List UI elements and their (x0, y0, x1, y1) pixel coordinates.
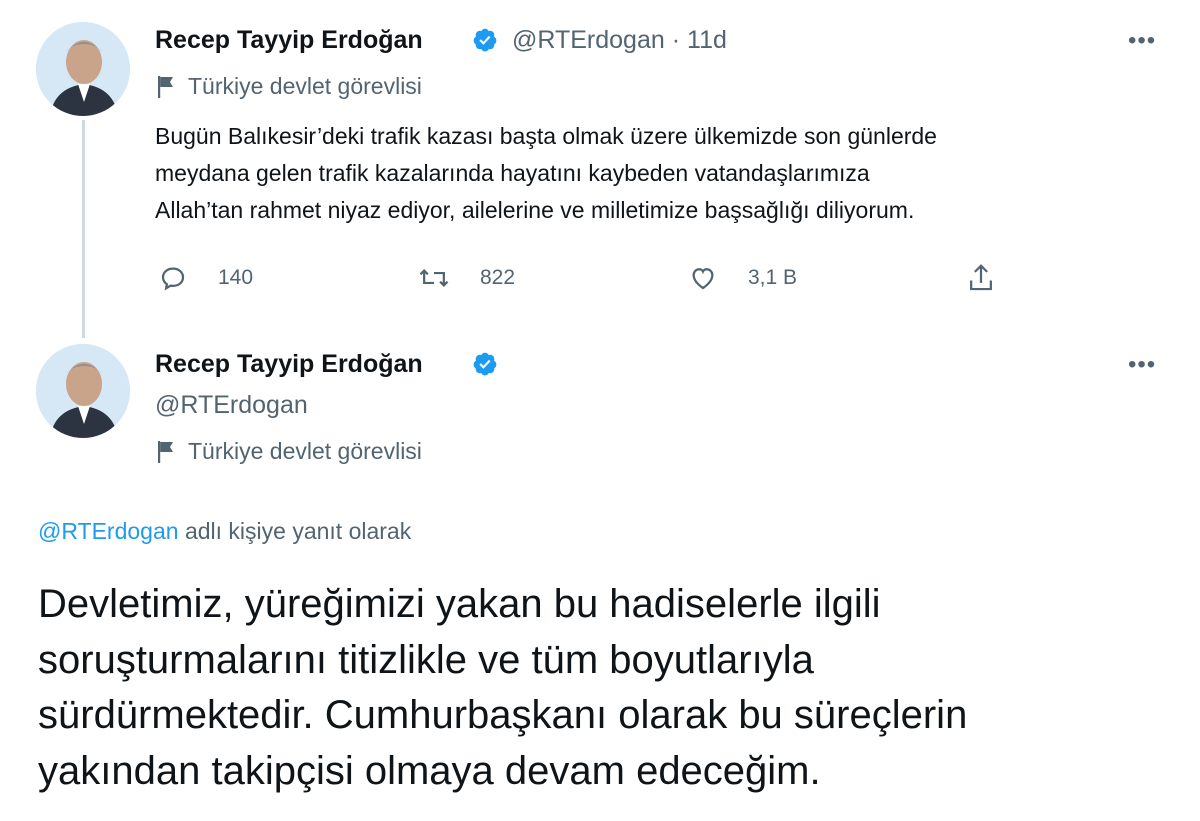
flag-icon (158, 440, 173, 463)
government-label-text: Türkiye devlet görevlisi (188, 73, 422, 99)
author-name[interactable]: Recep Tayyip Erdoğan (155, 350, 423, 379)
retweet-button[interactable]: 822 (418, 263, 515, 293)
tweet-text: Bugün Balıkesir’deki trafik kazası başta… (155, 118, 1165, 229)
share-button[interactable] (966, 262, 996, 294)
reply-count: 140 (218, 266, 254, 289)
author-handle[interactable]: @RTErdogan (512, 26, 665, 54)
like-button[interactable]: 3,1 B (688, 263, 797, 293)
reply-to-text: adlı kişiye yanıt olarak (178, 518, 412, 544)
more-options-icon[interactable]: ••• (1128, 29, 1156, 53)
avatar[interactable] (36, 22, 130, 116)
verified-badge-icon (473, 352, 497, 376)
like-count: 3,1 B (748, 266, 798, 289)
tweet-text-line: Bugün Balıkesir’deki trafik kazası başta… (155, 123, 937, 149)
more-options-icon[interactable]: ••• (1128, 353, 1156, 377)
verified-badge-icon (473, 28, 497, 52)
tweet-text-line: Devletimiz, yüreğimizi yakan bu hadisele… (38, 582, 881, 626)
author-name[interactable]: Recep Tayyip Erdoğan (155, 26, 423, 55)
reply-icon (161, 267, 185, 291)
heart-icon (692, 268, 714, 290)
author-handle[interactable]: @RTErdogan (155, 391, 308, 420)
profile-photo (36, 22, 130, 116)
retweet-count: 822 (480, 266, 516, 289)
flag-icon (158, 75, 173, 98)
tweet-text-line: yakından takipçisi olmaya devam edeceğim… (38, 748, 821, 793)
tweet-timestamp[interactable]: 11d (687, 26, 727, 54)
separator-dot: · (671, 26, 681, 54)
reply-mention-link[interactable]: @RTErdogan (38, 518, 179, 544)
reply-button[interactable]: 140 (158, 263, 253, 293)
retweet-icon (419, 269, 449, 287)
replying-to: @RTErdogan adlı kişiye yanıt olarak (38, 518, 411, 545)
government-label: Türkiye devlet görevlisi (156, 73, 422, 100)
share-icon (970, 264, 992, 291)
tweet-text: Devletimiz, yüreğimizi yakan bu hadisele… (38, 577, 1168, 799)
profile-photo (36, 344, 130, 438)
government-label-text: Türkiye devlet görevlisi (188, 438, 422, 464)
tweet-text-line: Allah’tan rahmet niyaz ediyor, ailelerin… (155, 197, 915, 223)
tweet-text-line: soruşturmalarını titizlikle ve tüm boyut… (38, 637, 814, 682)
thread-line (82, 120, 85, 338)
government-label: Türkiye devlet görevlisi (156, 438, 422, 465)
tweet-text-line: meydana gelen trafik kazalarında hayatın… (155, 160, 870, 186)
tweet-text-line: sürdürmektedir. Cumhurbaşkanı olarak bu … (38, 693, 968, 737)
avatar[interactable] (36, 344, 130, 438)
